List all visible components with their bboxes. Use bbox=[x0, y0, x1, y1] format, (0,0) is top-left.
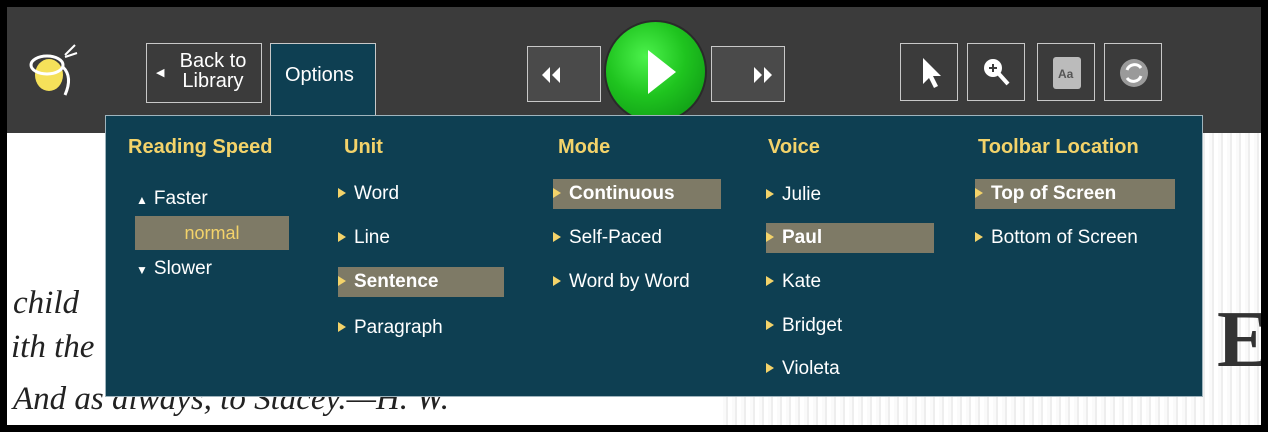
unit-option-line[interactable]: Line bbox=[338, 223, 502, 253]
play-button[interactable] bbox=[604, 20, 707, 123]
option-arrow-icon bbox=[553, 276, 561, 286]
option-arrow-icon bbox=[975, 188, 983, 198]
dictionary-icon: Aa bbox=[1053, 57, 1081, 89]
option-arrow-icon bbox=[338, 276, 346, 286]
option-arrow-icon bbox=[553, 188, 561, 198]
speed-faster-button[interactable]: ▲ Faster bbox=[136, 184, 208, 214]
option-arrow-icon bbox=[338, 232, 346, 242]
mode-option-word-by-word[interactable]: Word by Word bbox=[553, 267, 721, 297]
option-arrow-icon bbox=[766, 189, 774, 199]
option-arrow-icon bbox=[338, 188, 346, 198]
pointer-icon bbox=[923, 58, 941, 88]
book-text-line: child bbox=[13, 285, 79, 321]
fast-forward-icon bbox=[754, 67, 772, 83]
options-panel: Reading Speed ▲ Faster normal ▼ Slower Uni… bbox=[105, 115, 1203, 397]
option-arrow-icon bbox=[766, 320, 774, 330]
speed-current-value: normal bbox=[135, 216, 289, 250]
option-arrow-icon bbox=[766, 363, 774, 373]
voice-option-paul[interactable]: Paul bbox=[766, 223, 934, 253]
unit-option-paragraph[interactable]: Paragraph bbox=[338, 313, 502, 343]
play-icon bbox=[648, 50, 676, 94]
mode-heading: Mode bbox=[558, 136, 611, 158]
voice-heading: Voice bbox=[768, 136, 820, 158]
option-arrow-icon bbox=[553, 232, 561, 242]
back-arrow-icon: ◀ bbox=[156, 67, 165, 79]
voice-option-julie[interactable]: Julie bbox=[766, 180, 934, 210]
speed-slower-button[interactable]: ▼ Slower bbox=[136, 254, 212, 284]
pointer-tool-button[interactable] bbox=[900, 43, 958, 101]
reader-stage: ◀ Back to Library Options Aa child ith t… bbox=[7, 7, 1261, 425]
dictionary-tool-button[interactable]: Aa bbox=[1037, 43, 1095, 101]
unit-option-word[interactable]: Word bbox=[338, 179, 502, 209]
voice-option-bridget[interactable]: Bridget bbox=[766, 311, 934, 341]
toolbar-location-top[interactable]: Top of Screen bbox=[975, 179, 1175, 209]
zoom-tool-button[interactable] bbox=[967, 43, 1025, 101]
window-frame: ◀ Back to Library Options Aa child ith t… bbox=[0, 0, 1268, 432]
tab-options[interactable]: Options bbox=[270, 43, 376, 123]
option-arrow-icon bbox=[338, 322, 346, 332]
caret-down-icon: ▼ bbox=[136, 263, 148, 277]
book-text-line: ith the bbox=[11, 329, 95, 365]
mode-option-continuous[interactable]: Continuous bbox=[553, 179, 721, 209]
voice-option-violeta[interactable]: Violeta bbox=[766, 354, 934, 384]
unit-option-sentence[interactable]: Sentence bbox=[338, 267, 504, 297]
option-arrow-icon bbox=[975, 232, 983, 242]
option-arrow-icon bbox=[766, 276, 774, 286]
zoom-in-icon bbox=[984, 59, 1010, 86]
caret-up-icon: ▲ bbox=[136, 193, 148, 207]
options-tab-label: Options bbox=[285, 64, 354, 86]
back-to-library-button[interactable]: ◀ Back to Library bbox=[146, 43, 262, 103]
voice-option-kate[interactable]: Kate bbox=[766, 267, 934, 297]
drop-cap-letter: E bbox=[1217, 296, 1261, 384]
unit-heading: Unit bbox=[344, 136, 383, 158]
rewind-button[interactable] bbox=[527, 46, 601, 102]
refresh-icon bbox=[1120, 59, 1148, 87]
svg-text:Aa: Aa bbox=[1058, 67, 1074, 81]
back-button-label: Back to Library bbox=[179, 50, 247, 92]
option-arrow-icon bbox=[766, 232, 774, 242]
firefly-logo-icon bbox=[29, 44, 78, 96]
toolbar-location-heading: Toolbar Location bbox=[978, 136, 1139, 158]
rewind-icon bbox=[542, 67, 560, 83]
mode-option-self-paced[interactable]: Self-Paced bbox=[553, 223, 721, 253]
toolbar-location-bottom[interactable]: Bottom of Screen bbox=[975, 223, 1175, 253]
refresh-tool-button[interactable] bbox=[1104, 43, 1162, 101]
fast-forward-button[interactable] bbox=[711, 46, 785, 102]
reading-speed-heading: Reading Speed bbox=[128, 136, 273, 158]
